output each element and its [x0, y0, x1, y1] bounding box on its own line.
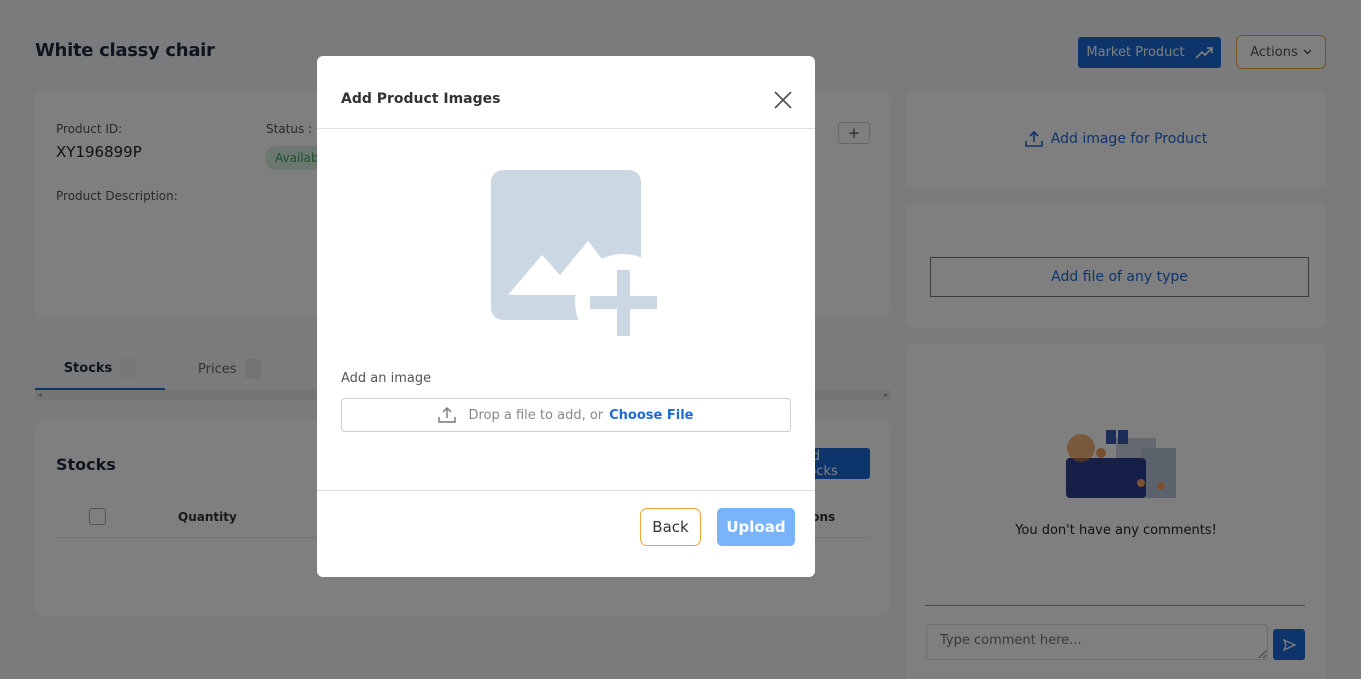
choose-file-link[interactable]: Choose File [609, 408, 693, 423]
modal-title: Add Product Images [341, 91, 501, 107]
file-drop-zone[interactable]: Drop a file to add, or Choose File [341, 398, 791, 432]
upload-icon [438, 407, 457, 423]
add-image-label: Add an image [341, 371, 432, 386]
add-product-images-modal: Add Product Images Add an image Drop a f… [317, 56, 815, 577]
modal-footer: Back Upload [317, 490, 815, 577]
image-placeholder-icon [491, 170, 660, 339]
back-button[interactable]: Back [640, 508, 701, 546]
drop-text: Drop a file to add, or [468, 407, 604, 423]
modal-header: Add Product Images [317, 56, 815, 129]
close-icon[interactable] [772, 89, 794, 111]
upload-button[interactable]: Upload [717, 508, 795, 546]
